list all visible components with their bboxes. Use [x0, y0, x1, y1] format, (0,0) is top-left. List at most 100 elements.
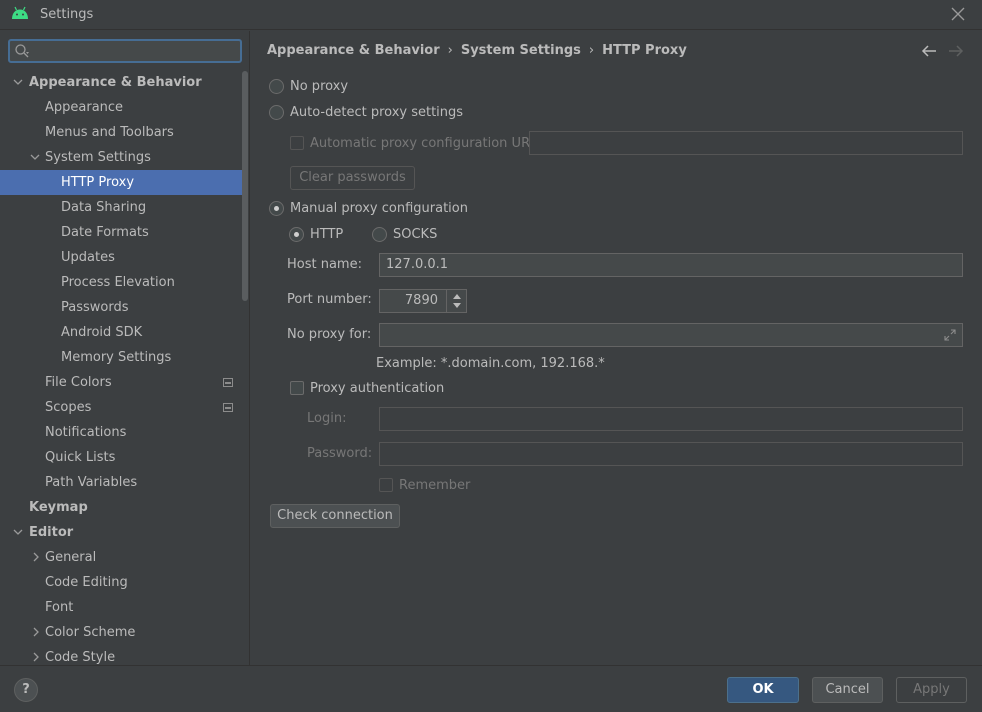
search-icon: [15, 44, 29, 58]
tree-item-label: Date Formats: [61, 225, 149, 240]
remember-label: Remember: [399, 478, 471, 493]
settings-tree: Appearance & Behavior Appearance Menus a…: [0, 70, 242, 665]
chevron-right-icon[interactable]: [30, 645, 42, 665]
tree-item-label: System Settings: [45, 150, 151, 165]
settings-sidebar: Appearance & Behavior Appearance Menus a…: [0, 31, 250, 665]
tree-item-general[interactable]: General: [0, 545, 242, 570]
tree-item-data-sharing[interactable]: Data Sharing: [0, 195, 242, 220]
password-field[interactable]: [379, 442, 963, 466]
auto-detect-radio[interactable]: [269, 105, 284, 120]
password-label: Password:: [307, 446, 373, 461]
tree-item-label: Code Editing: [45, 575, 128, 590]
tree-item-label: Editor: [29, 525, 74, 540]
breadcrumb-item: HTTP Proxy: [602, 43, 687, 58]
http-label: HTTP: [310, 227, 344, 242]
back-arrow-icon[interactable]: [921, 44, 937, 58]
tree-item-appearance[interactable]: Appearance: [0, 95, 242, 120]
tree-item-quick-lists[interactable]: Quick Lists: [0, 445, 242, 470]
chevron-right-icon[interactable]: [30, 620, 42, 645]
clear-passwords-button[interactable]: Clear passwords: [290, 166, 415, 190]
login-label: Login:: [307, 411, 347, 426]
tree-item-notifications[interactable]: Notifications: [0, 420, 242, 445]
proxy-auth-checkbox[interactable]: [290, 381, 304, 395]
tree-item-label: Data Sharing: [61, 200, 147, 215]
auto-config-url-checkbox[interactable]: [290, 136, 304, 150]
http-radio[interactable]: [289, 227, 304, 242]
port-number-spinner[interactable]: 7890: [379, 289, 467, 313]
ok-button[interactable]: OK: [727, 677, 799, 703]
apply-button[interactable]: Apply: [896, 677, 967, 703]
tree-item-process-elevation[interactable]: Process Elevation: [0, 270, 242, 295]
tree-item-label: Appearance: [45, 100, 124, 115]
tree-item-label: Notifications: [45, 425, 127, 440]
socks-radio[interactable]: [372, 227, 387, 242]
tree-item-label: Path Variables: [45, 475, 138, 490]
no-proxy-for-label: No proxy for:: [287, 327, 372, 342]
breadcrumb-separator: ›: [447, 43, 453, 58]
tree-item-color-scheme[interactable]: Color Scheme: [0, 620, 242, 645]
chevron-right-icon[interactable]: [30, 545, 42, 570]
chevron-down-icon[interactable]: [12, 520, 24, 545]
tree-item-label: Menus and Toolbars: [45, 125, 174, 140]
tree-item-updates[interactable]: Updates: [0, 245, 242, 270]
tree-item-file-colors[interactable]: File Colors: [0, 370, 242, 395]
breadcrumb-separator: ›: [588, 43, 595, 58]
no-proxy-for-field[interactable]: [379, 323, 963, 347]
tree-item-code-editing[interactable]: Code Editing: [0, 570, 242, 595]
tree-item-android-sdk[interactable]: Android SDK: [0, 320, 242, 345]
tree-item-scopes[interactable]: Scopes: [0, 395, 242, 420]
tree-item-path-variables[interactable]: Path Variables: [0, 470, 242, 495]
tree-item-label: Scopes: [45, 400, 92, 415]
tree-item-label: Keymap: [29, 500, 88, 515]
remember-checkbox[interactable]: [379, 478, 393, 492]
title-bar: Settings: [0, 0, 982, 30]
project-level-icon: [223, 378, 233, 387]
breadcrumb-item[interactable]: System Settings: [461, 43, 581, 58]
login-field[interactable]: [379, 407, 963, 431]
port-number-value: 7890: [404, 293, 438, 308]
chevron-down-icon[interactable]: [12, 70, 24, 95]
auto-detect-label: Auto-detect proxy settings: [290, 105, 464, 120]
tree-item-http-proxy[interactable]: HTTP Proxy: [0, 170, 242, 195]
tree-item-memory-settings[interactable]: Memory Settings: [0, 345, 242, 370]
tree-item-label: File Colors: [45, 375, 112, 390]
help-button[interactable]: ?: [14, 678, 38, 702]
check-connection-button[interactable]: Check connection: [270, 504, 400, 528]
tree-item-code-style[interactable]: Code Style: [0, 645, 242, 665]
host-name-label: Host name:: [287, 257, 362, 272]
auto-config-url-label: Automatic proxy configuration URL:: [310, 136, 542, 151]
tree-item-menus-toolbars[interactable]: Menus and Toolbars: [0, 120, 242, 145]
tree-item-label: Process Elevation: [61, 275, 175, 290]
tree-item-date-formats[interactable]: Date Formats: [0, 220, 242, 245]
sidebar-scrollbar[interactable]: [242, 71, 248, 301]
host-name-field[interactable]: 127.0.0.1: [379, 253, 963, 277]
breadcrumb: Appearance & Behavior › System Settings › HT…: [267, 43, 687, 58]
close-icon[interactable]: [950, 6, 966, 22]
manual-proxy-label: Manual proxy configuration: [290, 201, 468, 216]
spinner-arrows-icon[interactable]: [446, 290, 466, 312]
no-proxy-example: Example: *.domain.com, 192.168.*: [376, 356, 605, 371]
window-title: Settings: [40, 7, 94, 22]
auto-config-url-field[interactable]: [529, 131, 963, 155]
manual-proxy-radio[interactable]: [269, 201, 284, 216]
tree-item-label: Memory Settings: [61, 350, 172, 365]
cancel-button[interactable]: Cancel: [812, 677, 883, 703]
breadcrumb-item[interactable]: Appearance & Behavior: [267, 43, 440, 58]
no-proxy-radio[interactable]: [269, 79, 284, 94]
http-proxy-panel: Appearance & Behavior › System Settings › HT…: [251, 31, 982, 665]
socks-label: SOCKS: [393, 227, 438, 242]
expand-icon[interactable]: [944, 329, 956, 341]
tree-item-appearance-behavior[interactable]: Appearance & Behavior: [0, 70, 242, 95]
settings-search-input[interactable]: [8, 39, 242, 63]
tree-item-label: HTTP Proxy: [61, 175, 135, 190]
tree-item-label: General: [45, 550, 97, 565]
chevron-down-icon[interactable]: [29, 145, 41, 170]
tree-item-passwords[interactable]: Passwords: [0, 295, 242, 320]
project-level-icon: [223, 403, 233, 412]
tree-item-keymap[interactable]: Keymap: [0, 495, 242, 520]
tree-item-editor[interactable]: Editor: [0, 520, 242, 545]
tree-item-font[interactable]: Font: [0, 595, 242, 620]
tree-item-system-settings[interactable]: System Settings: [0, 145, 242, 170]
dialog-footer: ? OK Cancel Apply: [0, 665, 982, 712]
forward-arrow-icon[interactable]: [948, 44, 964, 58]
